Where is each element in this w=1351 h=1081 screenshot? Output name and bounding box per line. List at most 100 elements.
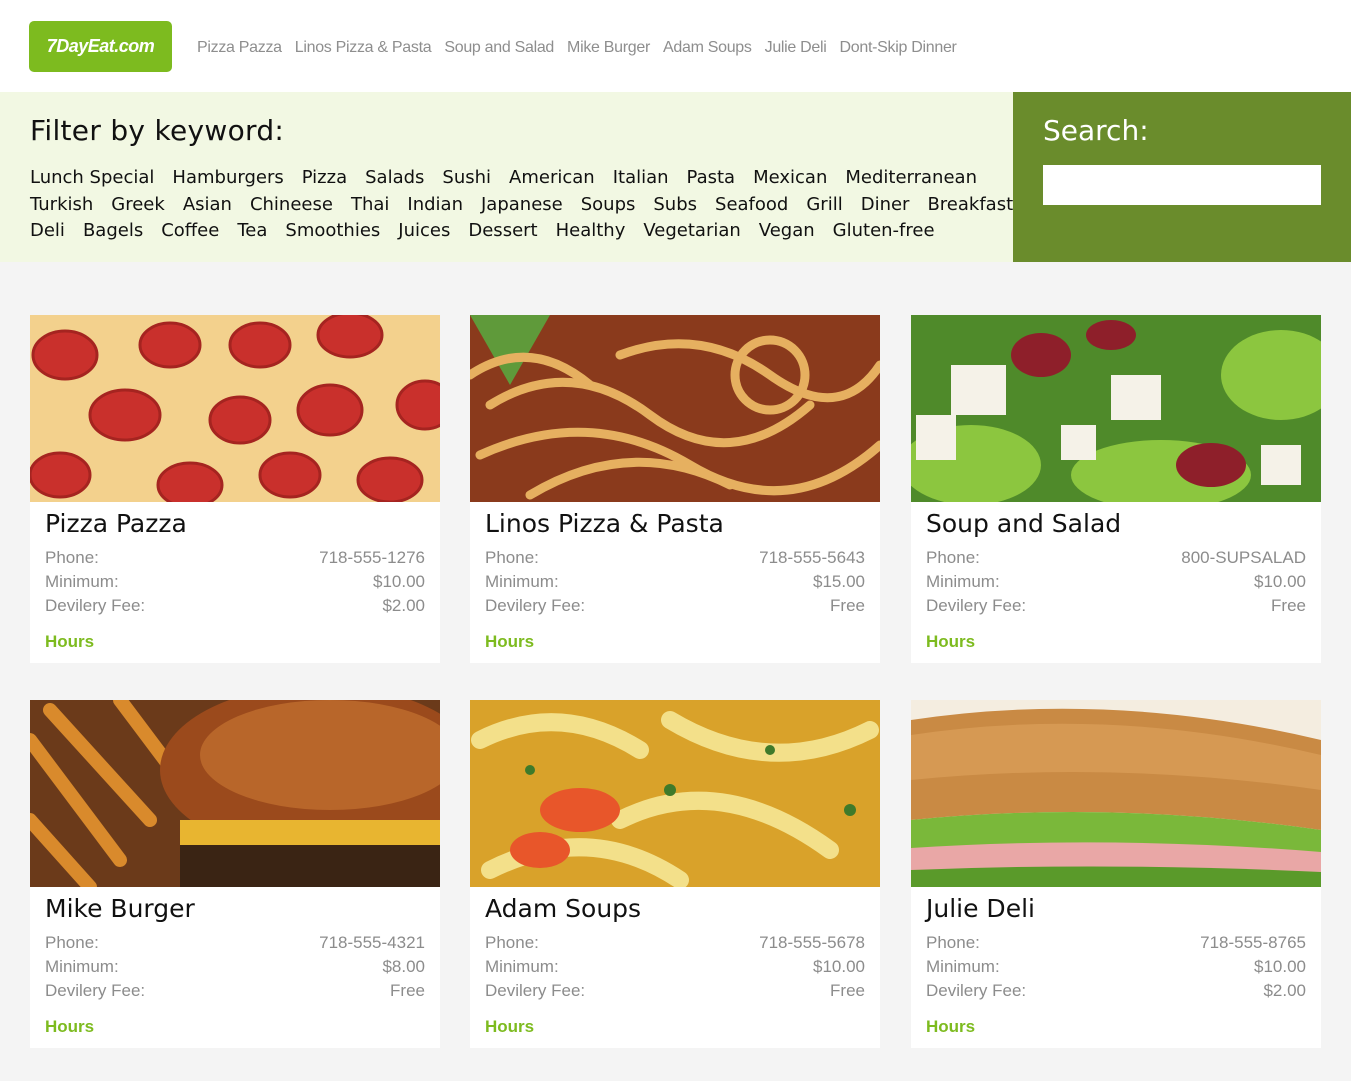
keyword-link[interactable]: Turkish: [30, 194, 93, 221]
minimum-label: Minimum:: [926, 957, 1000, 976]
keyword-filter-panel: Filter by keyword: Lunch Special Hamburg…: [0, 92, 1013, 262]
sandwich-photo[interactable]: [911, 700, 1321, 887]
phone-value: 718-555-4321: [319, 933, 425, 952]
delivery-fee-value: Free: [830, 981, 865, 1000]
keyword-link[interactable]: Pasta: [687, 167, 736, 194]
keyword-link[interactable]: Dessert: [468, 220, 537, 247]
phone-label: Phone:: [485, 548, 539, 567]
soup-photo[interactable]: [470, 700, 880, 887]
restaurant-info: Phone: 718-555-1276 Minimum: $10.00 Devile…: [45, 548, 425, 620]
keyword-link[interactable]: Gluten-free: [833, 220, 935, 247]
salad-photo[interactable]: [911, 315, 1321, 502]
nav-link-adam-soups[interactable]: Adam Soups: [663, 39, 752, 57]
phone-value: 718-555-5678: [759, 933, 865, 952]
phone-label: Phone:: [485, 933, 539, 952]
minimum-value: $10.00: [1254, 957, 1306, 976]
hours-link[interactable]: Hours: [926, 1017, 975, 1037]
keyword-link[interactable]: Greek: [111, 194, 165, 221]
keyword-link[interactable]: Salads: [365, 167, 424, 194]
search-input[interactable]: [1043, 165, 1321, 205]
keyword-link[interactable]: Smoothies: [285, 220, 380, 247]
search-panel: Search:: [1013, 92, 1351, 262]
nav-link-julie-deli[interactable]: Julie Deli: [765, 39, 827, 57]
nav-link-dont-skip-dinner[interactable]: Dont-Skip Dinner: [840, 39, 957, 57]
delivery-fee-value: Free: [1271, 596, 1306, 615]
restaurant-card[interactable]: Linos Pizza & Pasta Phone: 718-555-5643 M…: [470, 315, 880, 663]
keyword-link[interactable]: Tea: [237, 220, 267, 247]
keyword-link[interactable]: Pizza: [302, 167, 347, 194]
restaurant-name[interactable]: Pizza Pazza: [45, 509, 187, 538]
keyword-link[interactable]: Grill: [806, 194, 842, 221]
keyword-link[interactable]: Hamburgers: [172, 167, 283, 194]
filter-title: Filter by keyword:: [30, 114, 285, 147]
delivery-fee-label: Devilery Fee:: [45, 596, 146, 615]
keyword-link[interactable]: Mexican: [753, 167, 827, 194]
hours-link[interactable]: Hours: [45, 1017, 94, 1037]
pasta-photo[interactable]: [470, 315, 880, 502]
keyword-link[interactable]: Sushi: [442, 167, 491, 194]
restaurant-card[interactable]: Soup and Salad Phone: 800-SUPSALAD Minimu…: [911, 315, 1321, 663]
hours-link[interactable]: Hours: [485, 1017, 534, 1037]
restaurant-card[interactable]: Julie Deli Phone: 718-555-8765 Minimum: $1…: [911, 700, 1321, 1048]
site-logo[interactable]: 7DayEat.com: [29, 21, 172, 72]
keyword-link[interactable]: Seafood: [715, 194, 788, 221]
burger-photo[interactable]: [30, 700, 440, 887]
keyword-link[interactable]: Soups: [581, 194, 636, 221]
hours-link[interactable]: Hours: [926, 632, 975, 652]
keyword-link[interactable]: Healthy: [556, 220, 626, 247]
keyword-link[interactable]: Thai: [351, 194, 389, 221]
restaurant-name[interactable]: Mike Burger: [45, 894, 195, 923]
minimum-value: $10.00: [1254, 572, 1306, 591]
phone-value: 718-555-1276: [319, 548, 425, 567]
keyword-link[interactable]: Vegan: [759, 220, 815, 247]
keyword-link[interactable]: Juices: [398, 220, 450, 247]
restaurant-name[interactable]: Soup and Salad: [926, 509, 1121, 538]
hours-link[interactable]: Hours: [45, 632, 94, 652]
delivery-fee-label: Devilery Fee:: [485, 981, 586, 1000]
keyword-link[interactable]: Japanese: [481, 194, 563, 221]
nav-link-mike-burger[interactable]: Mike Burger: [567, 39, 650, 57]
phone-label: Phone:: [926, 548, 980, 567]
restaurant-name[interactable]: Linos Pizza & Pasta: [485, 509, 724, 538]
delivery-fee-label: Devilery Fee:: [926, 981, 1027, 1000]
pizza-photo[interactable]: [30, 315, 440, 502]
delivery-fee-value: Free: [830, 596, 865, 615]
nav-link-linos-pizza-pasta[interactable]: Linos Pizza & Pasta: [295, 39, 432, 57]
keyword-link[interactable]: Mediterranean: [845, 167, 977, 194]
minimum-label: Minimum:: [45, 957, 119, 976]
keyword-row: Deli Bagels Coffee Tea Smoothies Juices …: [30, 220, 1000, 247]
keyword-link[interactable]: Vegetarian: [643, 220, 740, 247]
search-title: Search:: [1043, 114, 1149, 147]
restaurant-info: Phone: 800-SUPSALAD Minimum: $10.00 Devile…: [926, 548, 1306, 620]
keyword-link[interactable]: Diner: [861, 194, 910, 221]
restaurant-name[interactable]: Julie Deli: [926, 894, 1035, 923]
minimum-label: Minimum:: [485, 572, 559, 591]
keyword-link[interactable]: Breakfast: [927, 194, 1013, 221]
keyword-link[interactable]: American: [509, 167, 595, 194]
keyword-link[interactable]: Lunch Special: [30, 167, 154, 194]
keyword-link[interactable]: Coffee: [161, 220, 219, 247]
keyword-link[interactable]: Chineese: [250, 194, 333, 221]
keyword-link[interactable]: Bagels: [83, 220, 143, 247]
keyword-link[interactable]: Indian: [407, 194, 463, 221]
restaurant-card[interactable]: Pizza Pazza Phone: 718-555-1276 Minimum: $…: [30, 315, 440, 663]
restaurant-card[interactable]: Adam Soups Phone: 718-555-5678 Minimum: $1…: [470, 700, 880, 1048]
phone-label: Phone:: [45, 548, 99, 567]
restaurant-card[interactable]: Mike Burger Phone: 718-555-4321 Minimum: $…: [30, 700, 440, 1048]
nav-link-pizza-pazza[interactable]: Pizza Pazza: [197, 39, 282, 57]
restaurant-info: Phone: 718-555-4321 Minimum: $8.00 Deviler…: [45, 933, 425, 1005]
site-header: 7DayEat.com Pizza Pazza Linos Pizza & Pa…: [0, 0, 1351, 92]
keyword-link[interactable]: Subs: [653, 194, 697, 221]
phone-label: Phone:: [926, 933, 980, 952]
minimum-label: Minimum:: [485, 957, 559, 976]
delivery-fee-value: $2.00: [1263, 981, 1306, 1000]
hours-link[interactable]: Hours: [485, 632, 534, 652]
keyword-link[interactable]: Asian: [183, 194, 232, 221]
keyword-row: Lunch Special Hamburgers Pizza Salads Su…: [30, 167, 1000, 194]
keyword-link[interactable]: Italian: [613, 167, 669, 194]
nav-link-soup-and-salad[interactable]: Soup and Salad: [444, 39, 554, 57]
keyword-row: Turkish Greek Asian Chineese Thai Indian…: [30, 194, 1013, 221]
restaurant-name[interactable]: Adam Soups: [485, 894, 641, 923]
keyword-link[interactable]: Deli: [30, 220, 65, 247]
minimum-value: $10.00: [373, 572, 425, 591]
